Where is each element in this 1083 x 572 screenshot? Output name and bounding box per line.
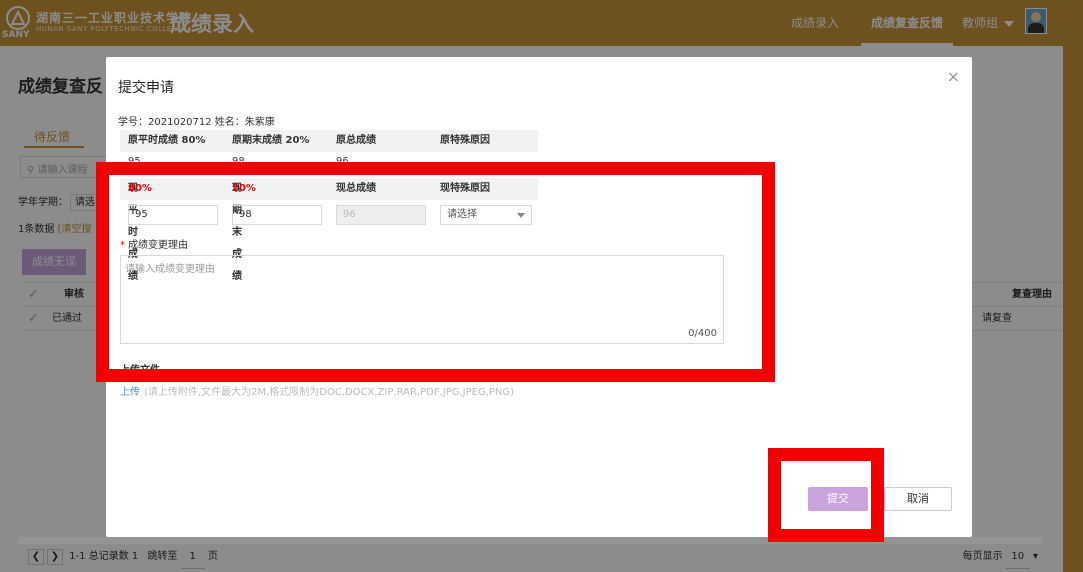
dialog-title: 提交申请: [118, 80, 174, 96]
orig-reason-header: 原特殊原因: [440, 135, 490, 146]
cancel-button[interactable]: 取消: [884, 487, 952, 511]
student-info: 学号：2021020712 姓名：朱紫康: [118, 117, 275, 128]
orig-usual-header: 原平时成绩 80%: [128, 135, 206, 146]
highlight-box-submit: [768, 448, 884, 542]
orig-total-header: 原总成绩: [336, 135, 376, 146]
upload-hint: (请上传附件,文件最大为2M,格式限制为DOC,DOCX,ZIP,RAR,PDF…: [144, 387, 515, 398]
highlight-box-scores: [96, 162, 775, 382]
upload-link[interactable]: 上传: [120, 387, 140, 398]
orig-final-header: 原期末成绩 20%: [232, 135, 310, 146]
original-score-header: 原平时成绩 80% 原期末成绩 20% 原总成绩 原特殊原因: [120, 130, 538, 152]
close-icon[interactable]: ×: [947, 67, 960, 86]
upload-row: 上传 (请上传附件,文件最大为2M,格式限制为DOC,DOCX,ZIP,RAR,P…: [120, 383, 514, 398]
horizontal-scrollbar[interactable]: [18, 537, 1043, 544]
